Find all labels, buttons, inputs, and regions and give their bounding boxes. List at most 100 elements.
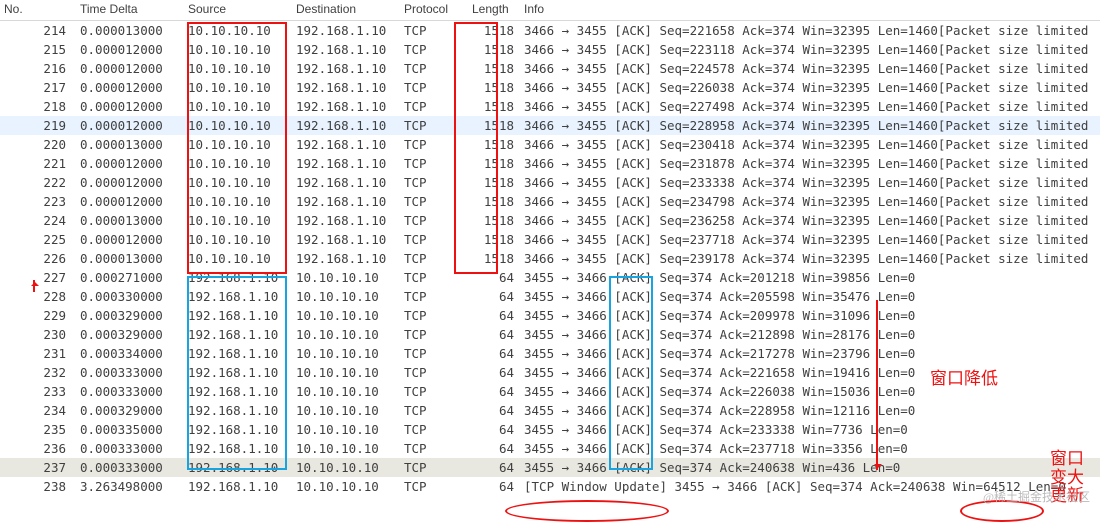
cell-info: 3466 → 3455 [ACK] Seq=224578 Ack=374 Win… xyxy=(520,59,1100,78)
table-row[interactable]: 2190.00001200010.10.10.10192.168.1.10TCP… xyxy=(0,116,1100,135)
cell-length: 1518 xyxy=(468,116,520,135)
table-row[interactable]: 2320.000333000192.168.1.1010.10.10.10TCP… xyxy=(0,363,1100,382)
col-length[interactable]: Length xyxy=(468,0,520,21)
cell-destination: 10.10.10.10 xyxy=(292,363,400,382)
table-row[interactable]: 2340.000329000192.168.1.1010.10.10.10TCP… xyxy=(0,401,1100,420)
cell-destination: 10.10.10.10 xyxy=(292,401,400,420)
cell-source: 192.168.1.10 xyxy=(184,268,292,287)
cell-length: 64 xyxy=(468,325,520,344)
table-row[interactable]: 2280.000330000192.168.1.1010.10.10.10TCP… xyxy=(0,287,1100,306)
cell-source: 10.10.10.10 xyxy=(184,78,292,97)
cell-protocol: TCP xyxy=(400,325,468,344)
col-source[interactable]: Source xyxy=(184,0,292,21)
table-row[interactable]: 2180.00001200010.10.10.10192.168.1.10TCP… xyxy=(0,97,1100,116)
table-row[interactable]: 2230.00001200010.10.10.10192.168.1.10TCP… xyxy=(0,192,1100,211)
cell-source: 10.10.10.10 xyxy=(184,116,292,135)
cell-info: 3455 → 3466 [ACK] Seq=374 Ack=201218 Win… xyxy=(520,268,1100,287)
cell-timedelta: 0.000012000 xyxy=(76,116,184,135)
col-info[interactable]: Info xyxy=(520,0,1100,21)
cell-length: 64 xyxy=(468,344,520,363)
cell-source: 10.10.10.10 xyxy=(184,192,292,211)
table-row[interactable]: 2290.000329000192.168.1.1010.10.10.10TCP… xyxy=(0,306,1100,325)
cell-length: 1518 xyxy=(468,211,520,230)
cell-info: 3455 → 3466 [ACK] Seq=374 Ack=212898 Win… xyxy=(520,325,1100,344)
cell-timedelta: 0.000013000 xyxy=(76,135,184,154)
cell-destination: 10.10.10.10 xyxy=(292,477,400,496)
table-row[interactable]: 2330.000333000192.168.1.1010.10.10.10TCP… xyxy=(0,382,1100,401)
cell-length: 64 xyxy=(468,382,520,401)
cell-destination: 192.168.1.10 xyxy=(292,192,400,211)
cell-no: 228 xyxy=(0,287,76,306)
table-row[interactable]: 2250.00001200010.10.10.10192.168.1.10TCP… xyxy=(0,230,1100,249)
cell-info: 3466 → 3455 [ACK] Seq=226038 Ack=374 Win… xyxy=(520,78,1100,97)
cell-no: 221 xyxy=(0,154,76,173)
cell-no: 217 xyxy=(0,78,76,97)
cell-no: 235 xyxy=(0,420,76,439)
col-no[interactable]: No. xyxy=(0,0,76,21)
cell-destination: 10.10.10.10 xyxy=(292,287,400,306)
table-row[interactable]: 2270.000271000192.168.1.1010.10.10.10TCP… xyxy=(0,268,1100,287)
cell-no: 231 xyxy=(0,344,76,363)
table-row[interactable]: 2150.00001200010.10.10.10192.168.1.10TCP… xyxy=(0,40,1100,59)
table-row[interactable]: 2140.00001300010.10.10.10192.168.1.10TCP… xyxy=(0,21,1100,41)
cell-length: 64 xyxy=(468,401,520,420)
cell-source: 192.168.1.10 xyxy=(184,363,292,382)
col-protocol[interactable]: Protocol xyxy=(400,0,468,21)
table-row[interactable]: 2170.00001200010.10.10.10192.168.1.10TCP… xyxy=(0,78,1100,97)
cell-no: 234 xyxy=(0,401,76,420)
cell-protocol: TCP xyxy=(400,116,468,135)
cell-protocol: TCP xyxy=(400,401,468,420)
cell-info: 3466 → 3455 [ACK] Seq=233338 Ack=374 Win… xyxy=(520,173,1100,192)
cell-source: 10.10.10.10 xyxy=(184,173,292,192)
cell-no: 227 xyxy=(0,268,76,287)
cell-timedelta: 0.000333000 xyxy=(76,382,184,401)
table-row[interactable]: 2383.263498000192.168.1.1010.10.10.10TCP… xyxy=(0,477,1100,496)
cell-source: 192.168.1.10 xyxy=(184,325,292,344)
col-timedelta[interactable]: Time Delta xyxy=(76,0,184,21)
table-row[interactable]: 2300.000329000192.168.1.1010.10.10.10TCP… xyxy=(0,325,1100,344)
table-row[interactable]: 2220.00001200010.10.10.10192.168.1.10TCP… xyxy=(0,173,1100,192)
cell-protocol: TCP xyxy=(400,382,468,401)
cell-protocol: TCP xyxy=(400,458,468,477)
cell-info: 3466 → 3455 [ACK] Seq=221658 Ack=374 Win… xyxy=(520,21,1100,41)
table-body[interactable]: 2140.00001300010.10.10.10192.168.1.10TCP… xyxy=(0,21,1100,497)
cell-length: 64 xyxy=(468,420,520,439)
packet-table[interactable]: No. Time Delta Source Destination Protoc… xyxy=(0,0,1100,496)
cell-length: 64 xyxy=(468,439,520,458)
cell-no: 216 xyxy=(0,59,76,78)
table-row[interactable]: 2370.000333000192.168.1.1010.10.10.10TCP… xyxy=(0,458,1100,477)
cell-destination: 10.10.10.10 xyxy=(292,382,400,401)
cell-timedelta: 0.000013000 xyxy=(76,21,184,41)
table-row[interactable]: 2160.00001200010.10.10.10192.168.1.10TCP… xyxy=(0,59,1100,78)
table-row[interactable]: 2200.00001300010.10.10.10192.168.1.10TCP… xyxy=(0,135,1100,154)
cell-source: 10.10.10.10 xyxy=(184,249,292,268)
table-row[interactable]: 2240.00001300010.10.10.10192.168.1.10TCP… xyxy=(0,211,1100,230)
cell-source: 10.10.10.10 xyxy=(184,230,292,249)
cell-length: 1518 xyxy=(468,40,520,59)
cell-no: 230 xyxy=(0,325,76,344)
cell-source: 10.10.10.10 xyxy=(184,97,292,116)
col-destination[interactable]: Destination xyxy=(292,0,400,21)
cell-protocol: TCP xyxy=(400,135,468,154)
table-header[interactable]: No. Time Delta Source Destination Protoc… xyxy=(0,0,1100,21)
cell-protocol: TCP xyxy=(400,78,468,97)
table-row[interactable]: 2310.000334000192.168.1.1010.10.10.10TCP… xyxy=(0,344,1100,363)
table-row[interactable]: 2360.000333000192.168.1.1010.10.10.10TCP… xyxy=(0,439,1100,458)
cell-source: 192.168.1.10 xyxy=(184,458,292,477)
cell-protocol: TCP xyxy=(400,21,468,41)
table-row[interactable]: 2350.000335000192.168.1.1010.10.10.10TCP… xyxy=(0,420,1100,439)
cell-protocol: TCP xyxy=(400,59,468,78)
annotation-win64512-oval xyxy=(960,500,1044,522)
cell-protocol: TCP xyxy=(400,306,468,325)
cell-timedelta: 0.000012000 xyxy=(76,40,184,59)
cell-timedelta: 0.000013000 xyxy=(76,249,184,268)
cell-length: 64 xyxy=(468,458,520,477)
cell-timedelta: 3.263498000 xyxy=(76,477,184,496)
table-row[interactable]: 2210.00001200010.10.10.10192.168.1.10TCP… xyxy=(0,154,1100,173)
table-row[interactable]: 2260.00001300010.10.10.10192.168.1.10TCP… xyxy=(0,249,1100,268)
cell-destination: 192.168.1.10 xyxy=(292,59,400,78)
cell-timedelta: 0.000271000 xyxy=(76,268,184,287)
cell-no: 214 xyxy=(0,21,76,41)
cell-source: 10.10.10.10 xyxy=(184,135,292,154)
cell-protocol: TCP xyxy=(400,249,468,268)
